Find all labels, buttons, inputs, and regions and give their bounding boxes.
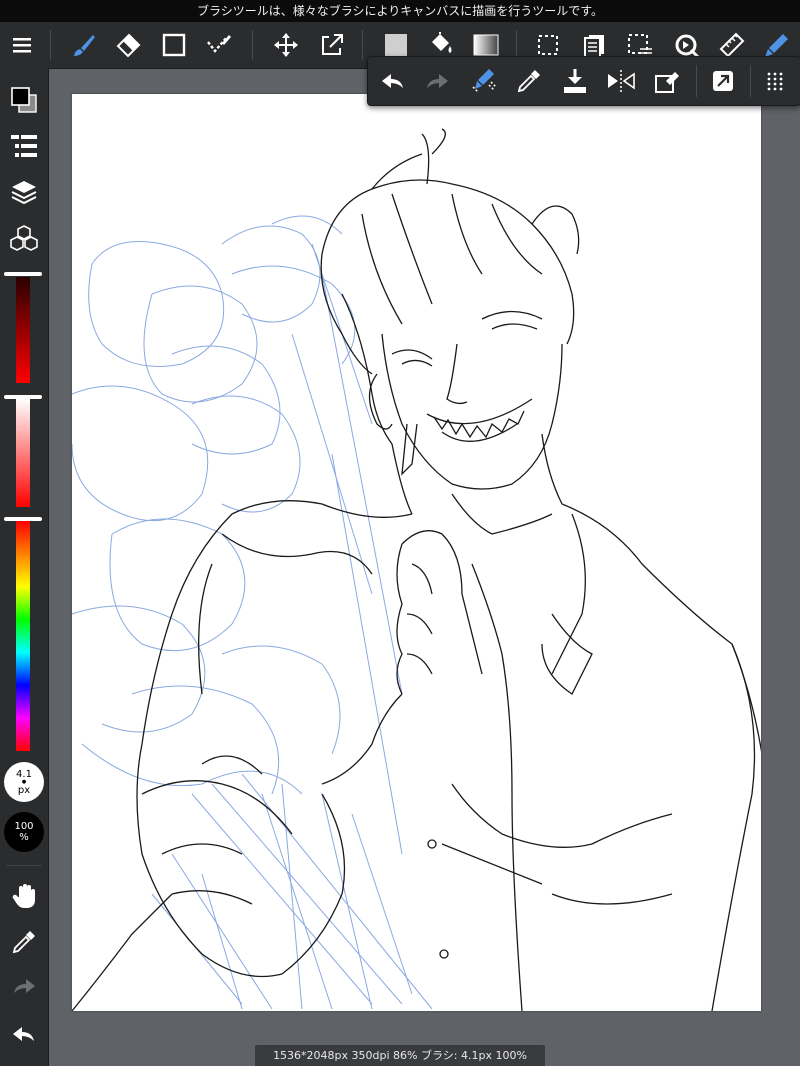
square-icon: [162, 33, 186, 57]
hue-slider-handle[interactable]: [4, 517, 42, 521]
flip-button[interactable]: [598, 57, 644, 105]
shade-slider-handle[interactable]: [4, 272, 42, 276]
brush-eraser-icon: [472, 69, 497, 93]
bucket-icon: [432, 32, 452, 53]
export-icon: [713, 71, 733, 91]
layers-button[interactable]: [0, 172, 48, 212]
hue-slider[interactable]: [16, 521, 30, 751]
export-button[interactable]: [700, 57, 746, 105]
grid-dots-icon: [767, 72, 783, 91]
ruler-icon: [719, 32, 745, 58]
opacity-button[interactable]: 100 %: [4, 812, 44, 852]
eyedropper-icon: [12, 931, 35, 954]
redo-side-button[interactable]: [0, 968, 48, 1008]
transform-icon: [322, 34, 343, 55]
shade-slider[interactable]: [16, 277, 30, 383]
color-swatch-icon: [11, 87, 37, 113]
divider: [50, 30, 51, 60]
saturation-slider[interactable]: [16, 399, 30, 507]
undo-button[interactable]: [370, 57, 416, 105]
brush-size-button[interactable]: 4.1 ● px: [4, 762, 44, 802]
eraser-tool-button[interactable]: [106, 22, 150, 68]
eyedropper-quick-button[interactable]: [506, 57, 552, 105]
canvas-status-bar: 1536*2048px 350dpi 86% ブラシ: 4.1px 100%: [255, 1045, 545, 1066]
brush-icon: [74, 35, 95, 56]
cubes-icon: [10, 225, 38, 251]
divider: [696, 65, 697, 97]
clear-button[interactable]: [644, 57, 690, 105]
brush-eraser-toggle[interactable]: [460, 57, 506, 105]
download-icon: [564, 69, 586, 93]
move-tool-button[interactable]: [264, 22, 308, 68]
select-list-icon: [628, 34, 652, 58]
tool-hint-bar: ブラシツールは、様々なブラシによりキャンバスに描画を行うツールです。: [0, 0, 800, 22]
undo-icon: [13, 1027, 34, 1041]
quick-access-settings-button[interactable]: [752, 57, 798, 105]
menu-button[interactable]: [0, 22, 44, 68]
undo-side-button[interactable]: [0, 1014, 48, 1054]
shape-tool-button[interactable]: [152, 22, 196, 68]
fill-square-icon: [385, 34, 407, 56]
eyedropper-button[interactable]: [0, 922, 48, 962]
redo-button[interactable]: [414, 57, 460, 105]
transform-tool-button[interactable]: [310, 22, 354, 68]
sketch-artwork: [72, 128, 761, 1011]
hamburger-icon: [13, 38, 31, 53]
redo-icon: [14, 979, 35, 993]
canvas-status-text: 1536*2048px 350dpi 86% ブラシ: 4.1px 100%: [273, 1049, 527, 1062]
opacity-value: 100: [14, 821, 34, 832]
brush-size-value: 4.1: [16, 768, 32, 780]
eraser-icon: [116, 33, 141, 58]
divider: [252, 30, 253, 60]
redo-icon: [427, 74, 448, 88]
saturation-slider-handle[interactable]: [4, 395, 42, 399]
divider: [750, 65, 751, 97]
undo-icon: [382, 74, 403, 88]
copy-icon: [584, 35, 604, 58]
tool-hint-text: ブラシツールは、様々なブラシによりキャンバスに描画を行うツールです。: [196, 4, 604, 18]
eyedropper-icon: [517, 70, 540, 93]
hand-tool-button[interactable]: [0, 876, 48, 916]
selection-pen-tool-button[interactable]: [198, 22, 242, 68]
hand-icon: [12, 884, 35, 908]
divider: [362, 30, 363, 60]
select-icon: [538, 35, 558, 55]
color-swatch-button[interactable]: [0, 80, 48, 120]
gradient-icon: [473, 34, 499, 56]
pen-blue-icon: [763, 34, 789, 59]
layer-list-button[interactable]: [0, 126, 48, 166]
left-sidebar: 4.1 ● px 100 %: [0, 68, 49, 1066]
layer-list-icon: [11, 135, 37, 157]
clear-icon: [655, 72, 679, 93]
materials-button[interactable]: [0, 218, 48, 258]
brush-size-unit: px: [17, 784, 31, 796]
move-icon: [274, 33, 298, 57]
save-download-button[interactable]: [552, 57, 598, 105]
brush-tool-button[interactable]: [62, 22, 106, 68]
layers-icon: [11, 181, 37, 205]
divider: [6, 865, 42, 866]
drawing-canvas[interactable]: [72, 94, 761, 1011]
quick-access-toolbar: [367, 56, 800, 106]
rotate-icon: [675, 34, 700, 59]
opacity-unit: %: [19, 832, 29, 843]
flip-icon: [608, 70, 635, 92]
check-brush-icon: [207, 35, 231, 53]
